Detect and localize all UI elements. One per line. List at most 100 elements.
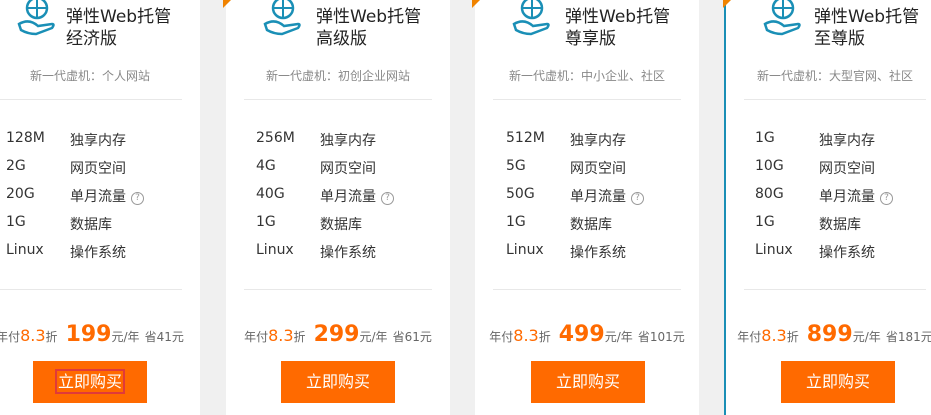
plan-title: 弹性Web托管 高级版 [316,6,421,50]
divider [0,99,182,100]
spec-label: 独享内存 [570,133,626,149]
price-prefix: 年付 [489,330,514,344]
spec-label-text: 单月流量 [819,189,875,205]
spec-label: 单月流量? [819,186,893,206]
spec-label: 操作系统 [70,245,126,261]
plan-title-line2: 至尊版 [814,29,865,49]
spec-label-text: 单月流量 [570,189,626,205]
spec-value: 4G [256,158,276,174]
plan-card-ultimate: 弹性Web托管 至尊版 新一代虚机：大型官网、社区 1G 独享内存 10G 网页空间… [723,0,931,415]
spec-value: 1G [6,214,26,230]
question-circle-icon[interactable]: ? [880,192,893,205]
divider [744,289,926,290]
price-prefix: 年付 [737,330,762,344]
spec-label: 独享内存 [70,133,126,149]
spec-value: 1G [256,214,276,230]
buy-now-button[interactable]: 立即购买 [531,361,645,403]
spec-label: 独享内存 [819,133,875,149]
buy-now-button[interactable]: 立即购买 [33,361,147,403]
plan-subtitle: 新一代虚机：大型官网、社区 [756,69,913,83]
spec-label: 网页空间 [819,161,875,177]
spec-value: 256M [256,130,295,146]
savings-text: 省61元 [392,330,432,344]
spec-value: 1G [755,214,775,230]
spec-label: 单月流量? [70,186,144,206]
plan-subtitle: 新一代虚机：个人网站 [29,69,150,83]
price-unit: 元/年 [852,330,881,344]
corner-tag [723,0,731,8]
plan-title-line2: 尊享版 [565,29,616,49]
plan-title: 弹性Web托管 至尊版 [814,6,919,50]
plan-subtitle: 新一代虚机：中小企业、社区 [508,69,665,83]
globe-in-hand-icon [763,0,801,36]
price-prefix: 年付 [0,330,21,344]
price-value: 199 [65,322,112,347]
discount-unit: 折 [293,330,306,344]
plan-title-line2: 高级版 [316,29,367,49]
discount-value: 8.3 [268,326,294,345]
spec-value: 512M [506,130,545,146]
corner-tag [223,0,231,8]
spec-value: Linux [256,242,294,258]
spec-value: 50G [506,186,535,202]
discount-unit: 折 [45,330,58,344]
divider [744,99,926,100]
price-unit: 元/年 [359,330,388,344]
price-row: 年付8.3折 499元/年 省101元 [475,322,699,347]
spec-value: Linux [506,242,544,258]
spec-label: 操作系统 [320,245,376,261]
savings-text: 省101元 [637,330,685,344]
question-circle-icon[interactable]: ? [631,192,644,205]
spec-label: 数据库 [570,217,612,233]
buy-now-button[interactable]: 立即购买 [781,361,895,403]
spec-value: 80G [755,186,784,202]
spec-label: 网页空间 [570,161,626,177]
question-circle-icon[interactable]: ? [131,192,144,205]
globe-in-hand-icon [263,0,301,36]
question-circle-icon[interactable]: ? [381,192,394,205]
plan-title-line1: 弹性Web托管 [565,7,671,27]
divider [493,289,681,290]
discount-unit: 折 [538,330,551,344]
spec-value: 10G [755,158,784,174]
spec-label: 数据库 [70,217,112,233]
price-row: 年付8.3折 199元/年 省41元 [0,322,200,347]
price-row: 年付8.3折 299元/年 省61元 [226,322,450,347]
spec-label-text: 单月流量 [70,189,126,205]
spec-value: 40G [256,186,285,202]
divider [0,289,182,290]
spec-label: 数据库 [320,217,362,233]
discount-value: 8.3 [761,326,787,345]
globe-in-hand-icon [17,0,55,36]
discount-unit: 折 [786,330,799,344]
spec-label: 独享内存 [320,133,376,149]
price-row: 年付8.3折 899元/年 省181元 [726,322,931,347]
price-prefix: 年付 [244,330,269,344]
plan-subtitle: 新一代虚机：初创企业网站 [265,69,410,83]
spec-label: 单月流量? [570,186,644,206]
spec-label: 数据库 [819,217,861,233]
plan-card-advanced: 弹性Web托管 高级版 新一代虚机：初创企业网站 256M 独享内存 4G 网页空间… [223,0,450,415]
discount-value: 8.3 [20,326,46,345]
plan-card-economy: 弹性Web托管 经济版 新一代虚机：个人网站 128M 独享内存 2G 网页空间 2… [0,0,200,415]
divider [493,99,681,100]
plan-title-line1: 弹性Web托管 [66,7,172,27]
savings-text: 省41元 [144,330,184,344]
spec-value: 2G [6,158,26,174]
spec-value: 128M [6,130,45,146]
spec-label: 网页空间 [320,161,376,177]
plan-title-line1: 弹性Web托管 [814,7,920,27]
buy-now-label: 立即购买 [805,372,870,391]
buy-now-label: 立即购买 [54,369,126,394]
spec-value: Linux [755,242,793,258]
price-value: 499 [558,322,605,347]
divider [244,289,432,290]
buy-now-label: 立即购买 [305,372,370,391]
discount-value: 8.3 [513,326,539,345]
spec-label: 操作系统 [819,245,875,261]
price-unit: 元/年 [111,330,140,344]
savings-text: 省181元 [885,330,931,344]
buy-now-button[interactable]: 立即购买 [281,361,395,403]
buy-now-label: 立即购买 [555,372,620,391]
spec-label: 网页空间 [70,161,126,177]
